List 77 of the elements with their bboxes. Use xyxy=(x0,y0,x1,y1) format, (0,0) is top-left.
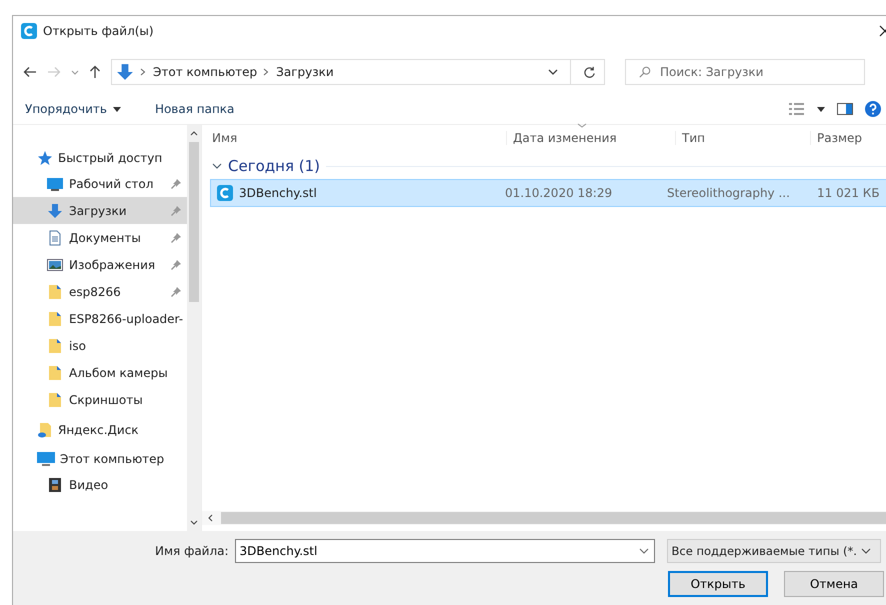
cancel-button[interactable]: Отмена xyxy=(784,571,884,597)
download-icon xyxy=(116,63,134,81)
dropdown-icon[interactable] xyxy=(548,69,558,75)
computer-icon xyxy=(37,450,55,466)
sidebar-item[interactable]: Быстрый доступ xyxy=(58,150,162,164)
sidebar-item[interactable]: Скриншоты xyxy=(69,392,143,406)
folder-icon xyxy=(47,284,63,300)
desktop-icon xyxy=(47,176,63,192)
breadcrumb[interactable]: Загрузки xyxy=(276,65,334,79)
sidebar-item[interactable]: Изображения xyxy=(69,258,156,272)
folder-icon xyxy=(47,392,63,408)
sidebar-item[interactable]: Яндекс.Диск xyxy=(58,422,139,436)
column-header[interactable]: Дата изменения xyxy=(513,131,617,145)
back-arrow-icon[interactable] xyxy=(23,66,37,78)
help-icon[interactable] xyxy=(865,101,881,117)
table-cell-text: Stereolithography ... xyxy=(667,186,791,200)
folder-icon xyxy=(47,310,63,326)
sidebar-item[interactable]: Документы xyxy=(69,230,141,244)
app-logo-icon xyxy=(217,185,233,201)
column-header[interactable]: Имя xyxy=(212,131,238,145)
column-header[interactable]: Размер xyxy=(817,131,862,145)
up-arrow-icon[interactable] xyxy=(89,65,101,79)
sidebar-item[interactable]: Этот компьютер xyxy=(60,452,164,466)
sidebar-item[interactable]: Загрузки xyxy=(69,204,126,218)
group-header[interactable]: Сегодня (1) xyxy=(228,157,320,175)
column-header[interactable]: Тип xyxy=(682,131,705,145)
pin-icon[interactable] xyxy=(171,178,181,188)
download-icon xyxy=(47,202,63,218)
sidebar-item[interactable]: ESP8266-uploader- xyxy=(69,312,184,326)
breadcrumb[interactable]: Этот компьютер xyxy=(153,65,258,79)
scroll-thumb[interactable] xyxy=(189,142,199,302)
scrollbar[interactable] xyxy=(187,125,201,531)
file-name-field[interactable]: 3DBenchy.stl xyxy=(234,539,655,563)
search-field[interactable]: Поиск: Загрузки xyxy=(625,59,865,85)
app-logo-icon xyxy=(21,23,37,39)
chevron-icon xyxy=(263,68,270,76)
scroll-left-icon[interactable] xyxy=(208,514,213,522)
sort-caret-icon xyxy=(577,123,587,128)
search-icon xyxy=(639,66,651,78)
chevron-icon xyxy=(140,68,146,76)
star-icon xyxy=(37,150,53,166)
dropdown-icon xyxy=(860,548,871,554)
file-name: 3DBenchy.stl xyxy=(239,186,317,200)
folder-icon xyxy=(47,364,63,380)
image-icon xyxy=(47,256,63,272)
preview-pane-icon[interactable] xyxy=(837,103,853,115)
sidebar-item[interactable]: esp8266 xyxy=(69,284,121,298)
pin-icon[interactable] xyxy=(171,232,181,242)
sidebar-item[interactable]: Альбом камеры xyxy=(69,366,168,380)
film-icon xyxy=(47,476,63,492)
scroll-up-icon[interactable] xyxy=(190,131,198,136)
open-button[interactable]: Открыть xyxy=(668,571,768,597)
field-label: Имя файла: xyxy=(155,544,229,558)
caret-icon[interactable] xyxy=(817,106,825,112)
sidebar-item[interactable]: Видео xyxy=(69,478,108,492)
table-cell-text: 01.10.2020 18:29 xyxy=(505,186,614,200)
file-row[interactable]: 3DBenchy.stl 01.10.2020 18:29 Stereolithography ... 11 021 КБ xyxy=(210,179,886,207)
table-cell-text: 11 021 КБ xyxy=(816,186,880,200)
caret-icon xyxy=(112,106,121,112)
view-options-icon[interactable] xyxy=(789,103,805,115)
pin-icon[interactable] xyxy=(171,260,181,270)
window-title: Открыть файл(ы) xyxy=(43,24,154,38)
expand-chevron-icon[interactable] xyxy=(212,163,222,169)
address-bar[interactable]: Этот компьютер Загрузки xyxy=(111,59,605,85)
cloud-folder-icon xyxy=(37,422,53,438)
folder-icon xyxy=(47,338,63,354)
file-type-dropdown[interactable]: Все поддерживаемые типы (*. xyxy=(666,539,881,563)
refresh-icon[interactable] xyxy=(583,66,596,78)
new-folder-button[interactable]: Новая папка xyxy=(148,100,240,118)
organize-button[interactable]: Упорядочить xyxy=(19,100,127,118)
document-icon xyxy=(47,230,63,246)
scroll-down-icon[interactable] xyxy=(190,520,198,525)
sidebar-item[interactable]: Рабочий стол xyxy=(69,176,154,190)
sidebar-item[interactable]: iso xyxy=(69,338,86,352)
scroll-thumb[interactable] xyxy=(221,512,886,524)
pin-icon[interactable] xyxy=(171,286,181,296)
dropdown-icon[interactable] xyxy=(638,548,649,554)
